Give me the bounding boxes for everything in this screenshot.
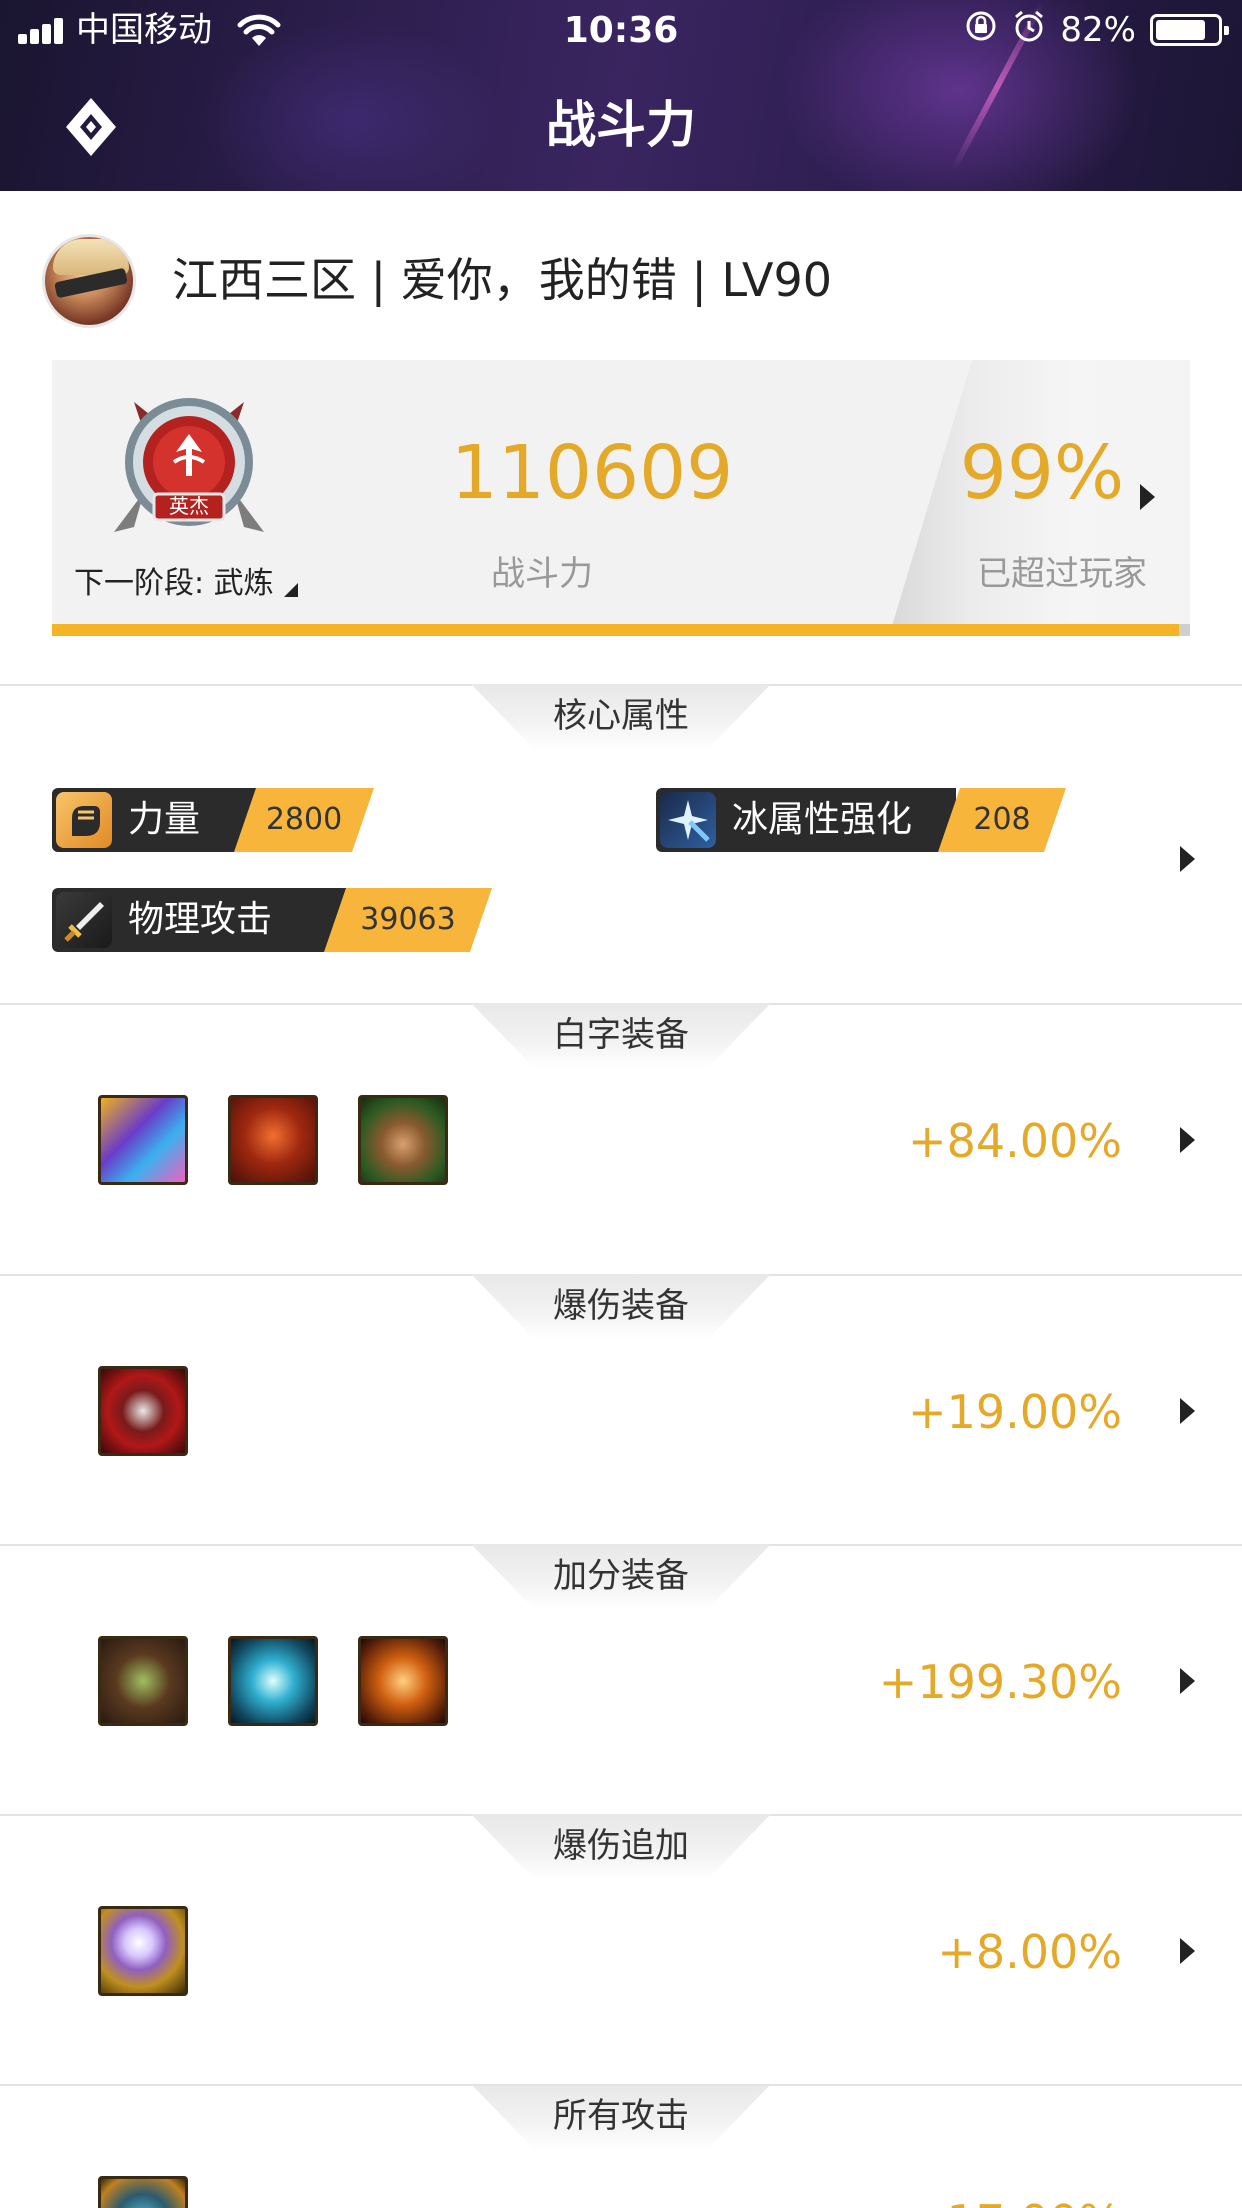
profile-info: 江西三区 | 爱你，我的错 | LV90 (172, 253, 833, 307)
ice-sword-icon (660, 792, 716, 848)
attribute-strength: 力量 2800 (52, 788, 382, 852)
caret-right-icon[interactable] (1180, 1398, 1195, 1424)
bonus-percent: +17.00% (908, 2192, 1122, 2208)
dark-claw-icon[interactable] (98, 1366, 188, 1456)
avatar[interactable] (42, 234, 136, 328)
equipment-section[interactable]: 爆伤装备 +19.00% (0, 1274, 1242, 1546)
clock: 10:36 (563, 10, 679, 51)
section-title: 白字装备 (553, 1015, 689, 1055)
section-title: 加分装备 (553, 1556, 689, 1596)
attribute-name: 冰属性强化 (732, 799, 913, 840)
carrier-name: 中国移动 (76, 10, 212, 50)
warrior-portrait-icon[interactable] (358, 1095, 448, 1185)
bonus-percent: +84.00% (908, 1114, 1122, 1168)
caret-right-icon[interactable] (1180, 1668, 1195, 1694)
equipment-section[interactable]: 爆伤追加 +8.00% (0, 1814, 1242, 2086)
caret-right-icon[interactable] (1180, 846, 1195, 872)
red-demon-icon[interactable] (228, 1095, 318, 1185)
header: 中国移动 10:36 82% 战斗力 (0, 0, 1242, 191)
rank-percent-value: 99% (959, 430, 1125, 516)
fist-icon (56, 792, 112, 848)
status-right: 82% (964, 9, 1229, 52)
attribute-value: 2800 (234, 788, 374, 852)
caret-right-icon[interactable] (1180, 1127, 1195, 1153)
alarm-icon (1012, 9, 1046, 52)
page: 中国移动 10:36 82% 战斗力 江西三区 | 爱你，我的错 | LV90 … (0, 0, 1242, 2208)
section-title: 爆伤装备 (553, 1286, 689, 1326)
attribute-value: 208 (938, 788, 1066, 852)
power-summary-card[interactable]: 英杰 下一阶段: 武炼 110609 战斗力 99% 已超过玩家 (52, 360, 1190, 636)
badge-label: 英杰 (169, 494, 209, 518)
blue-blade-icon[interactable] (98, 1095, 188, 1185)
flame-ring-icon[interactable] (358, 1636, 448, 1726)
attribute-ice-enhance: 冰属性强化 208 (656, 788, 1076, 852)
section-title: 核心属性 (553, 696, 689, 736)
section-title: 爆伤追加 (553, 1826, 689, 1866)
attribute-physical-attack: 物理攻击 39063 (52, 888, 472, 952)
pearl-gauntlet-icon[interactable] (98, 1906, 188, 1996)
equipment-section[interactable]: 所有攻击 +17.00% (0, 2084, 1242, 2208)
bonus-percent: +199.30% (878, 1655, 1122, 1709)
diamond-back-icon (66, 98, 116, 156)
bonus-percent: +19.00% (908, 1385, 1122, 1439)
power-progress-fill (52, 624, 1179, 636)
back-button[interactable] (64, 96, 118, 158)
combat-power-label: 战斗力 (491, 554, 593, 594)
equipment-section[interactable]: 加分装备 +199.30% (0, 1544, 1242, 1816)
signal-icon (18, 18, 66, 44)
status-bar: 中国移动 10:36 82% (0, 0, 1242, 62)
attribute-name: 物理攻击 (128, 899, 273, 940)
next-stage-text: 下一阶段: 武炼 (74, 566, 274, 601)
combat-power-value: 110609 (450, 430, 734, 516)
attribute-name: 力量 (128, 799, 201, 840)
rotation-lock-icon (964, 9, 998, 52)
attribute-value: 39063 (324, 888, 492, 952)
battery-percent: 82% (1060, 10, 1136, 50)
page-title: 战斗力 (546, 96, 696, 154)
equipment-section[interactable]: 白字装备 +84.00% (0, 1003, 1242, 1275)
rank-percent-label: 已超过玩家 (977, 554, 1147, 594)
bonus-percent: +8.00% (937, 1925, 1122, 1979)
chain-icon[interactable] (98, 2176, 188, 2208)
expand-corner-icon (283, 583, 298, 597)
caret-right-icon[interactable] (1180, 1938, 1195, 1964)
cyan-orb-icon[interactable] (228, 1636, 318, 1726)
battery-icon (1150, 14, 1229, 46)
section-title: 所有攻击 (553, 2096, 689, 2136)
next-stage-label[interactable]: 下一阶段: 武炼 (74, 564, 298, 604)
profile-row[interactable]: 江西三区 | 爱你，我的错 | LV90 (0, 230, 1242, 330)
wifi-icon (236, 14, 282, 52)
core-attributes-section[interactable]: 核心属性 力量 2800 冰属性强化 208 物理攻击 39063 (0, 684, 1242, 1004)
rank-badge-icon[interactable]: 英杰 (104, 382, 274, 552)
green-armor-icon[interactable] (98, 1636, 188, 1726)
sword-icon (56, 892, 112, 948)
caret-right-icon[interactable] (1140, 484, 1155, 510)
